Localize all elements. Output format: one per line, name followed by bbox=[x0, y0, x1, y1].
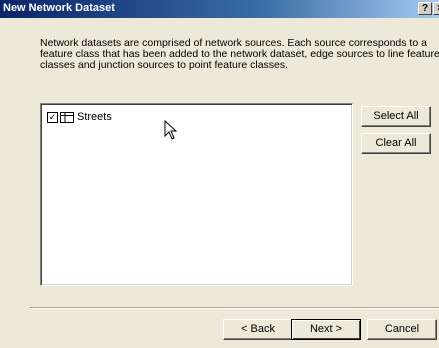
window-title: New Network Dataset bbox=[3, 2, 115, 14]
help-button[interactable]: ? bbox=[418, 2, 432, 15]
cancel-button[interactable]: Cancel bbox=[367, 319, 437, 340]
clear-all-button[interactable]: Clear All bbox=[361, 133, 431, 154]
list-item-streets[interactable]: ✓ Streets bbox=[47, 110, 112, 124]
select-all-button[interactable]: Select All bbox=[361, 106, 431, 127]
description-line: classes and junction sources to point fe… bbox=[40, 59, 289, 71]
list-item-label: Streets bbox=[77, 111, 112, 123]
title-bar[interactable]: New Network Dataset ? × bbox=[0, 0, 439, 18]
network-sources-list[interactable]: ✓ Streets bbox=[40, 103, 353, 286]
mouse-pointer-icon bbox=[164, 120, 177, 140]
next-button[interactable]: Next > bbox=[291, 319, 361, 340]
description-text: Network datasets are comprised of networ… bbox=[40, 38, 439, 71]
close-button[interactable]: × bbox=[433, 2, 439, 15]
new-network-dataset-dialog: New Network Dataset ? × Network datasets… bbox=[0, 0, 439, 348]
streets-checkbox[interactable]: ✓ bbox=[47, 111, 58, 123]
back-button[interactable]: < Back bbox=[223, 319, 293, 340]
separator bbox=[30, 307, 439, 309]
feature-class-icon bbox=[60, 111, 74, 123]
